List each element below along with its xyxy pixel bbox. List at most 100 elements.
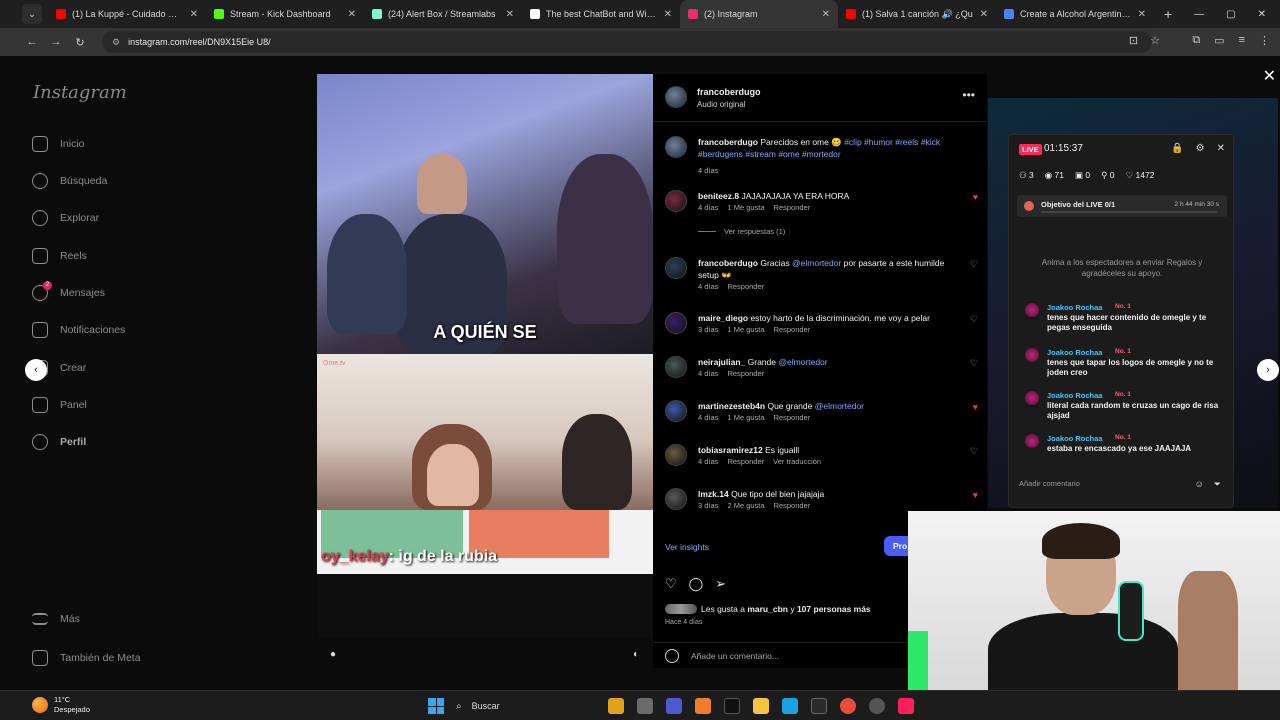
more-options-icon[interactable]: •••	[962, 88, 975, 102]
weather-widget[interactable]: 11°C Despejado	[32, 695, 90, 715]
nav-reels[interactable]: Reels	[32, 248, 87, 264]
taskbar-search[interactable]: ⌕ Buscar	[456, 697, 596, 715]
extensions-icon[interactable]: ⧉	[1192, 34, 1200, 47]
commenter-avatar[interactable]	[665, 488, 687, 510]
author-avatar[interactable]	[665, 86, 687, 108]
split-view-icon[interactable]: ▭	[1214, 34, 1224, 47]
caption-avatar[interactable]	[665, 136, 687, 158]
app-obs-icon[interactable]	[869, 698, 885, 714]
reload-button[interactable]: ↻	[68, 36, 92, 49]
forward-button[interactable]: →	[44, 36, 68, 48]
tab-close-icon[interactable]: ✕	[506, 9, 514, 20]
comment-reply-button[interactable]: Responder	[774, 203, 811, 212]
commenter-username[interactable]: francoberdugo	[698, 258, 758, 268]
commenter-avatar[interactable]	[665, 257, 687, 279]
live-comment-input[interactable]: Añadir comentario	[1019, 479, 1199, 488]
tab-search-button[interactable]: ⌄	[22, 4, 42, 24]
comment-reply-button[interactable]: Responder	[727, 457, 764, 466]
minimize-button[interactable]: —	[1194, 9, 1204, 20]
close-icon[interactable]: ✕	[1217, 143, 1225, 154]
audio-toggle-icon[interactable]: ◖	[632, 649, 638, 660]
tab-close-icon[interactable]: ✕	[190, 9, 198, 20]
menu-icon[interactable]: ≡	[1239, 34, 1245, 47]
commenter-avatar[interactable]	[665, 356, 687, 378]
live-goal[interactable]: Objetivo del LIVE 0/1 2 h 44 min 30 s	[1017, 195, 1227, 217]
bookmark-star-icon[interactable]: ☆	[1150, 34, 1160, 47]
app-tiktok-live-icon[interactable]	[898, 698, 914, 714]
tab-close-icon[interactable]: ✕	[348, 9, 356, 20]
commenter-avatar[interactable]	[665, 312, 687, 334]
comment-like-count[interactable]: 1 Me gusta	[727, 413, 764, 422]
browser-tab[interactable]: Stream - Kick Dashboard ✕	[206, 0, 364, 28]
comment-like-heart-icon[interactable]: ♥	[973, 490, 978, 500]
comment-reply-button[interactable]: Responder	[727, 282, 764, 291]
commenter-username[interactable]: martinezesteb4n	[698, 401, 765, 411]
comment-reply-button[interactable]: Responder	[727, 369, 764, 378]
audio-link[interactable]: Audio original	[697, 100, 745, 109]
maximize-button[interactable]: ▢	[1226, 9, 1235, 20]
instagram-logo[interactable]: Instagram	[33, 82, 127, 103]
browser-tab[interactable]: (2) Instagram ✕	[680, 0, 838, 28]
profile-icon[interactable]: ⋮	[1259, 34, 1270, 47]
comment-mention[interactable]: @elmortedor	[778, 357, 827, 367]
view-replies-button[interactable]: Ver respuestas (1)	[698, 227, 785, 236]
tab-close-icon[interactable]: ✕	[980, 9, 988, 20]
share-send-icon[interactable]: ➢	[715, 576, 726, 592]
tab-close-icon[interactable]: ✕	[1138, 9, 1146, 20]
app-chrome-icon[interactable]	[840, 698, 856, 714]
tab-close-icon[interactable]: ✕	[822, 9, 830, 20]
tagged-people-icon[interactable]: ●	[330, 649, 336, 660]
nav-meta[interactable]: También de Meta	[32, 650, 141, 666]
comment-like-heart-icon[interactable]: ♡	[970, 314, 978, 325]
settings-gear-icon[interactable]: ⚙	[1196, 143, 1205, 154]
commenter-username[interactable]: beniteez.8	[698, 191, 739, 201]
comment-like-count[interactable]: 1 Me gusta	[727, 325, 764, 334]
comment-bubble-icon[interactable]: ◯	[689, 576, 704, 592]
new-tab-button[interactable]: +	[1164, 6, 1172, 22]
close-window-button[interactable]: ✕	[1258, 9, 1266, 20]
commenter-username[interactable]: tobiasramirez12	[698, 445, 763, 455]
author-username[interactable]: francoberdugo	[697, 87, 761, 97]
comment-like-heart-icon[interactable]: ♥	[973, 402, 978, 412]
comment-mention[interactable]: @elmortedor	[815, 401, 864, 411]
emoji-icon[interactable]	[665, 648, 679, 663]
emoji-icon[interactable]: ☺	[1195, 479, 1204, 490]
back-button[interactable]: ←	[20, 36, 44, 48]
browser-tab[interactable]: (1) Salva 1 canción 🔊 ¿Qu ✕	[838, 0, 996, 28]
browser-tab[interactable]: (24) Alert Box / Streamlabs ✕	[364, 0, 522, 28]
commenter-avatar[interactable]	[665, 190, 687, 212]
comment-like-count[interactable]: 2 Me gusta	[727, 501, 764, 510]
filter-icon[interactable]: ⏷	[1214, 479, 1221, 490]
prev-post-arrow-icon[interactable]: ‹	[25, 359, 47, 381]
nav-perfil[interactable]: Perfil	[32, 434, 86, 450]
app-teams-icon[interactable]	[666, 698, 682, 714]
comment-translate-button[interactable]: Ver traducción	[773, 457, 821, 466]
browser-tab[interactable]: Create a Alcohol Argentina (Es ✕	[996, 0, 1154, 28]
nav-mensajes[interactable]: 2 Mensajes	[32, 281, 105, 301]
chat-username[interactable]: Joakoo Rochaa	[1047, 434, 1102, 443]
lock-icon[interactable]: 🔒	[1171, 143, 1183, 154]
comment-reply-button[interactable]: Responder	[774, 325, 811, 334]
comment-like-heart-icon[interactable]: ♡	[970, 446, 978, 457]
chat-username[interactable]: Joakoo Rochaa	[1047, 303, 1102, 312]
app-explorer-icon[interactable]	[753, 698, 769, 714]
app-edge-icon[interactable]	[782, 698, 798, 714]
commenter-avatar[interactable]	[665, 444, 687, 466]
close-modal-icon[interactable]: ✕	[1263, 66, 1276, 86]
browser-tab[interactable]: (1) La Kuppé - Cuidado Que Te ✕	[48, 0, 206, 28]
nav-notificaciones[interactable]: Notificaciones	[32, 322, 125, 338]
commenter-username[interactable]: lmzk.14	[698, 489, 729, 499]
next-post-arrow-icon[interactable]: ›	[1257, 359, 1279, 381]
comment-like-heart-icon[interactable]: ♥	[973, 192, 978, 202]
chat-username[interactable]: Joakoo Rochaa	[1047, 348, 1102, 357]
app-copilot-icon[interactable]	[695, 698, 711, 714]
nav-busqueda[interactable]: Búsqueda	[32, 173, 107, 189]
chat-username[interactable]: Joakoo Rochaa	[1047, 391, 1102, 400]
app-task-view-icon[interactable]	[637, 698, 653, 714]
commenter-avatar[interactable]	[665, 400, 687, 422]
comment-reply-button[interactable]: Responder	[774, 501, 811, 510]
tab-close-icon[interactable]: ✕	[664, 9, 672, 20]
likes-count[interactable]: 107 personas más	[797, 604, 871, 614]
caption-user[interactable]: francoberdugo	[698, 137, 758, 147]
app-search-highlight-icon[interactable]	[608, 698, 624, 714]
